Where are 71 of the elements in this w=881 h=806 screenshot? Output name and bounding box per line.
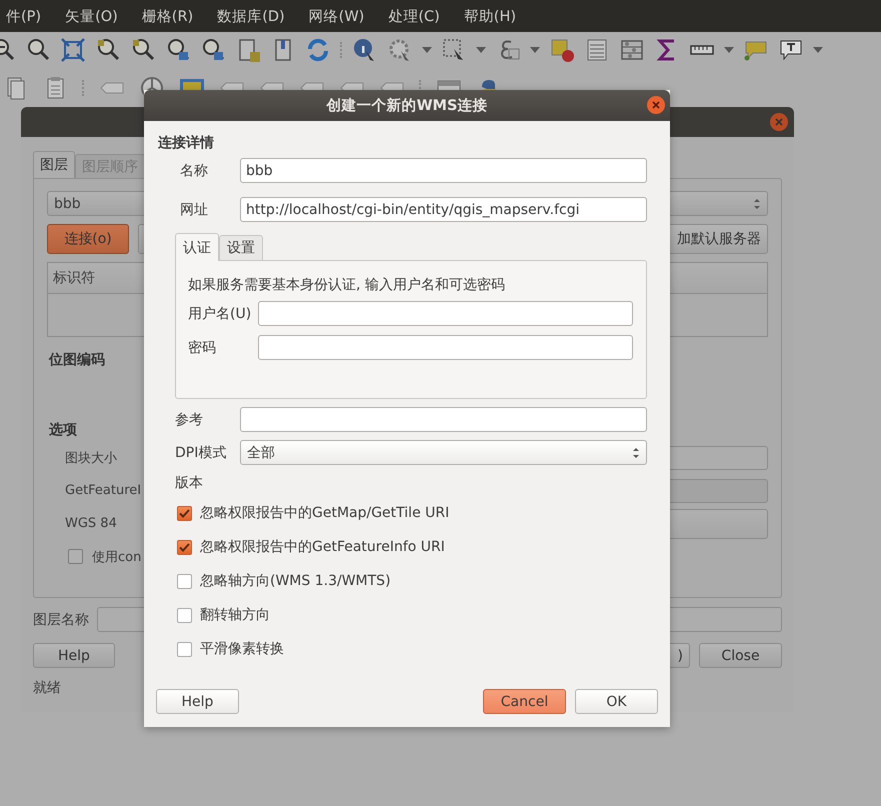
menu-item[interactable]: 件(P) (0, 6, 54, 26)
dropdown-caret-icon[interactable] (724, 46, 734, 54)
option-label: WGS 84 (65, 516, 117, 531)
checkbox[interactable] (177, 506, 192, 520)
check-icon (179, 508, 190, 518)
checkbox[interactable] (177, 642, 192, 656)
checkbox-label: 忽略轴方向(WMS 1.3/WMTS) (200, 572, 391, 590)
checkbox[interactable] (177, 574, 192, 588)
dropdown-caret-icon[interactable] (476, 46, 486, 54)
checkbox[interactable] (68, 549, 83, 564)
spinner-arrows-icon (632, 446, 640, 460)
field-label: 网址 (179, 200, 209, 218)
dropdown-caret-icon[interactable] (530, 46, 540, 54)
referer-field[interactable] (240, 407, 647, 432)
close-icon (652, 101, 660, 109)
close-button[interactable] (770, 113, 788, 131)
status-text: 就绪 (33, 679, 61, 697)
field-label: 名称 (179, 162, 209, 180)
option-label: GetFeatureI (65, 483, 142, 498)
magnifier-icon[interactable] (200, 37, 226, 63)
option-label: 使用con (92, 548, 142, 566)
check-icon (179, 542, 190, 552)
menu-item[interactable]: 帮助(H) (452, 6, 528, 26)
checkbox[interactable] (177, 608, 192, 622)
refresh-icon[interactable] (305, 37, 331, 63)
close-icon (775, 118, 783, 126)
magnifier-icon[interactable] (165, 37, 191, 63)
checkbox[interactable] (177, 540, 192, 554)
magnifier-icon[interactable] (95, 37, 121, 63)
column-header: 标识符 (53, 269, 95, 287)
field-label: 用户名(U) (188, 304, 252, 322)
section-heading: 位图编码 (49, 351, 106, 369)
field-label: 图层名称 (33, 610, 89, 628)
dropdown-caret-icon[interactable] (813, 46, 823, 54)
dropdown-caret-icon[interactable] (422, 46, 432, 54)
tab[interactable]: 设置 (219, 235, 263, 260)
option-label: 图块大小 (65, 450, 117, 466)
field-label: 参考 (174, 410, 204, 428)
name-field[interactable]: bbb (240, 158, 647, 183)
menu-item[interactable]: 矢量(O) (53, 6, 130, 26)
menu-item[interactable]: 数据库(D) (205, 6, 297, 26)
field-label: DPI模式 (174, 444, 228, 462)
password-field[interactable] (258, 335, 633, 360)
cancel-button[interactable]: Cancel (483, 689, 566, 714)
close-button[interactable]: Close (699, 643, 782, 668)
tab[interactable]: 图层 (33, 151, 75, 178)
dpi-mode-dropdown[interactable]: 全部 (240, 440, 647, 465)
close-button[interactable] (647, 96, 665, 114)
checkbox-label: 平滑像素转换 (200, 640, 284, 658)
checkbox-label: 忽略权限报告中的GetFeatureInfo URI (200, 538, 445, 556)
url-field[interactable]: http://localhost/cgi-bin/entity/qgis_mapserv.fcgi (240, 197, 647, 222)
field-label: 版本 (174, 474, 204, 492)
menu-item[interactable]: 栅格(R) (130, 6, 206, 26)
section-heading: 选项 (49, 421, 78, 439)
section-heading: 连接详情 (158, 134, 215, 152)
help-button[interactable]: Help (33, 643, 115, 668)
username-field[interactable] (258, 301, 633, 326)
magnifier-icon[interactable] (25, 37, 51, 63)
field-label: 密码 (188, 338, 217, 356)
tab[interactable]: 认证 (175, 233, 219, 261)
hint-text: 如果服务需要基本身份认证, 输入用户名和可选密码 (188, 276, 506, 294)
window-title: 创建一个新的WMS连接 (326, 96, 488, 115)
checkbox-label: 忽略权限报告中的GetMap/GetTile URI (200, 504, 450, 522)
deselect-icon[interactable] (549, 37, 575, 63)
checkbox-label: 翻转轴方向 (200, 606, 270, 624)
help-button[interactable]: Help (156, 689, 239, 714)
menu-item[interactable]: 网络(W) (296, 6, 376, 26)
menu-item[interactable]: 处理(C) (376, 6, 452, 26)
spinner-arrows-icon (753, 196, 761, 210)
ok-button[interactable]: OK (575, 689, 658, 714)
magnifier-icon[interactable] (130, 37, 156, 63)
